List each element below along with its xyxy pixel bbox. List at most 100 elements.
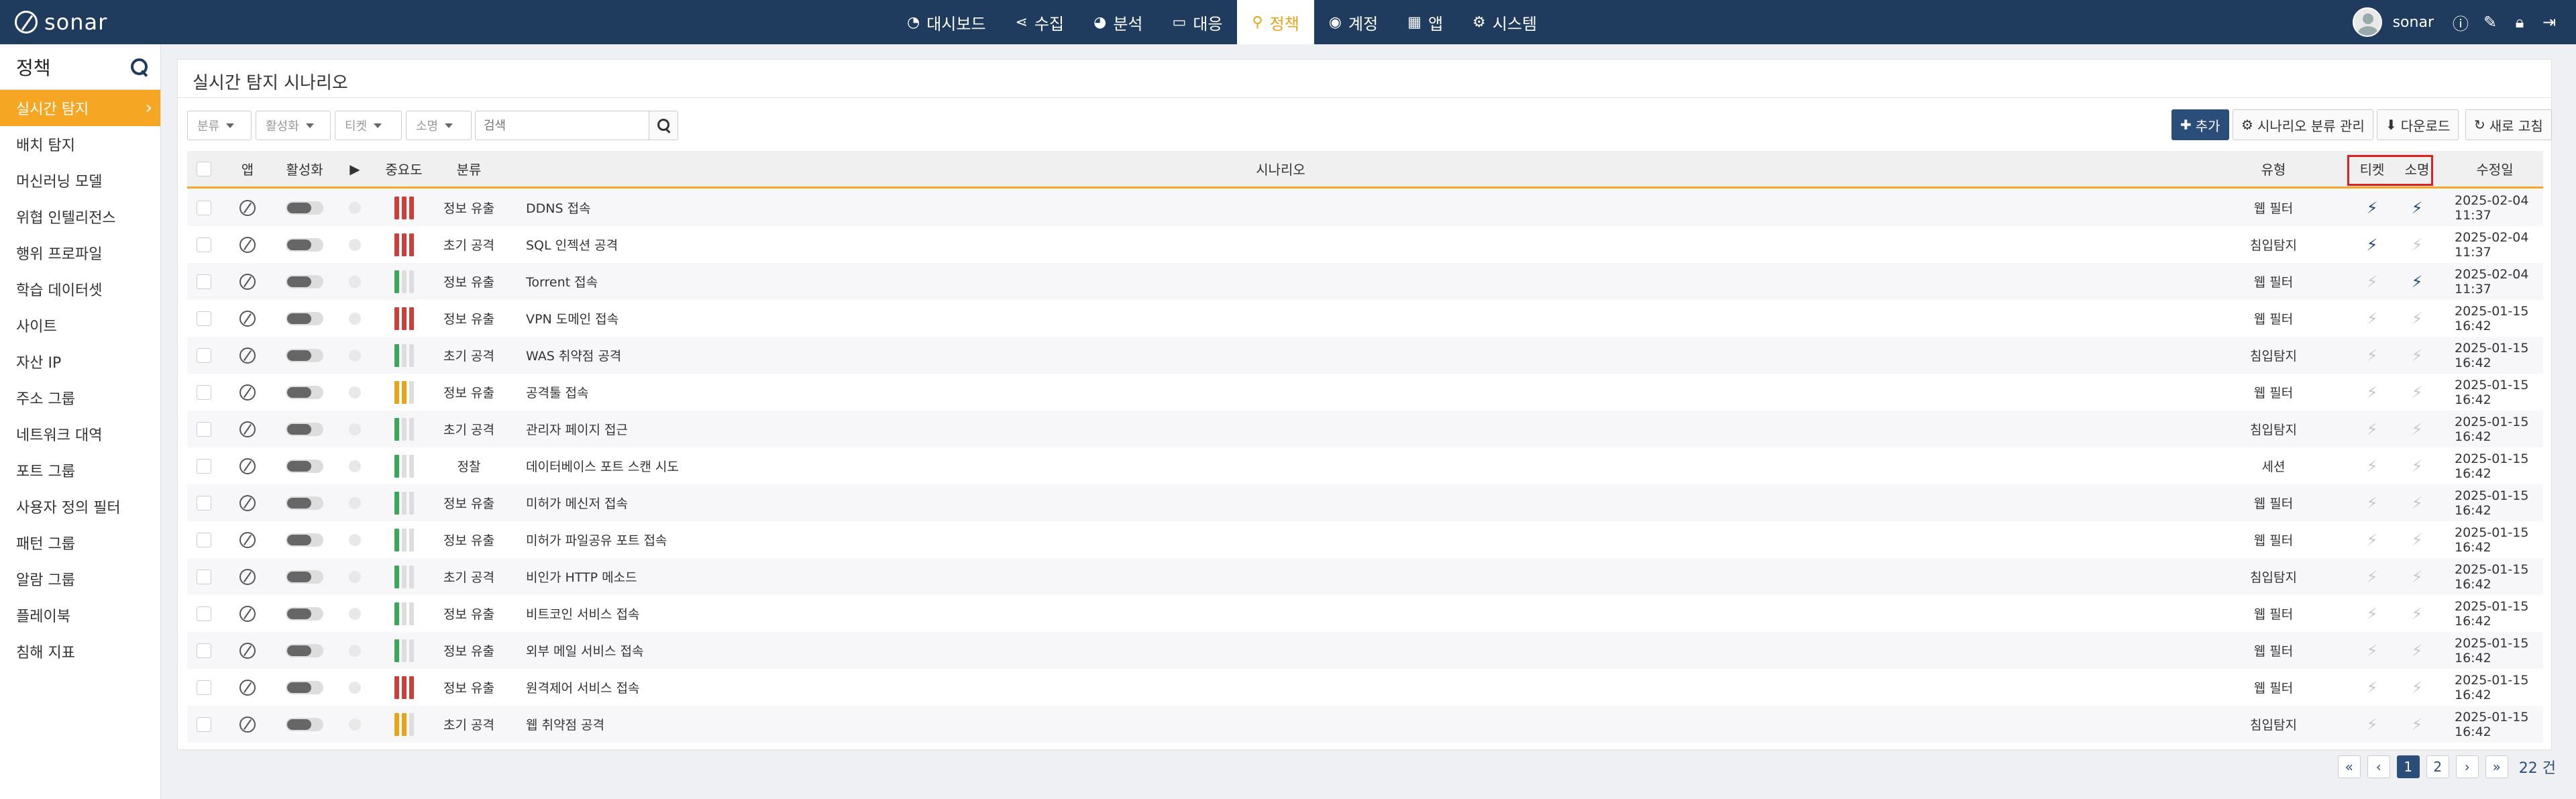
row-ticket[interactable]: ⚡︎ bbox=[2351, 558, 2393, 595]
row-enabled[interactable] bbox=[274, 189, 335, 226]
bolt-off-icon[interactable]: ⚡︎ bbox=[2412, 641, 2423, 660]
col-category[interactable]: 분류 bbox=[435, 151, 502, 187]
search-button[interactable] bbox=[649, 111, 678, 140]
bolt-off-icon[interactable]: ⚡︎ bbox=[2367, 457, 2378, 476]
row-enabled[interactable] bbox=[274, 558, 335, 595]
checkbox[interactable] bbox=[197, 421, 211, 437]
bolt-icon[interactable]: ⚡︎ bbox=[2367, 235, 2378, 254]
row-explain[interactable]: ⚡︎ bbox=[2393, 632, 2441, 669]
row-select[interactable] bbox=[194, 411, 214, 447]
col-app[interactable]: 앱 bbox=[227, 151, 268, 187]
nav-item-0[interactable]: ◔ 대시보드 bbox=[892, 0, 1001, 44]
filter-enabled[interactable]: 활성화 bbox=[256, 111, 331, 140]
bolt-off-icon[interactable]: ⚡︎ bbox=[2367, 346, 2378, 365]
col-severity[interactable]: 중요도 bbox=[374, 151, 434, 187]
row-select[interactable] bbox=[194, 632, 214, 669]
row-explain[interactable]: ⚡︎ bbox=[2393, 669, 2441, 706]
row-explain[interactable]: ⚡︎ bbox=[2393, 189, 2441, 226]
bolt-off-icon[interactable]: ⚡︎ bbox=[2367, 568, 2378, 586]
bolt-off-icon[interactable]: ⚡︎ bbox=[2412, 420, 2423, 439]
add-button[interactable]: ✚ 추가 bbox=[2171, 109, 2229, 140]
nav-item-3[interactable]: ▭ 대응 bbox=[1158, 0, 1238, 44]
row-ticket[interactable]: ⚡︎ bbox=[2351, 632, 2393, 669]
row-enabled[interactable] bbox=[274, 411, 335, 447]
row-enabled[interactable] bbox=[274, 484, 335, 521]
row-explain[interactable]: ⚡︎ bbox=[2393, 706, 2441, 743]
last-page-button[interactable]: » bbox=[2485, 755, 2508, 778]
sidebar-item-4[interactable]: 행위 프로파일 bbox=[0, 235, 160, 271]
table-row[interactable]: 정보 유출 미허가 메신저 접속 웹 필터 ⚡︎ ⚡︎ 2025-01-15 16:42 bbox=[187, 484, 2543, 521]
bolt-off-icon[interactable]: ⚡︎ bbox=[2412, 457, 2423, 476]
select-all-checkbox[interactable] bbox=[194, 151, 214, 187]
row-run[interactable] bbox=[335, 632, 375, 669]
table-row[interactable]: 초기 공격 관리자 페이지 접근 침입탐지 ⚡︎ ⚡︎ 2025-01-15 16:42 bbox=[187, 411, 2543, 447]
bolt-icon[interactable]: ⚡︎ bbox=[2367, 199, 2378, 217]
sidebar-item-6[interactable]: 사이트 bbox=[0, 307, 160, 343]
table-row[interactable]: 초기 공격 비인가 HTTP 메소드 침입탐지 ⚡︎ ⚡︎ 2025-01-15 16:4… bbox=[187, 558, 2543, 595]
row-select[interactable] bbox=[194, 226, 214, 263]
sidebar-item-7[interactable]: 자산 IP bbox=[0, 343, 160, 380]
brand[interactable]: sonar bbox=[15, 8, 107, 36]
search-input[interactable] bbox=[475, 111, 649, 140]
row-ticket[interactable]: ⚡︎ bbox=[2351, 411, 2393, 447]
checkbox[interactable] bbox=[197, 532, 211, 547]
row-enabled[interactable] bbox=[274, 706, 335, 743]
row-explain[interactable]: ⚡︎ bbox=[2393, 447, 2441, 484]
sidebar-item-0[interactable]: 실시간 탐지 bbox=[0, 90, 160, 126]
row-run[interactable] bbox=[335, 411, 375, 447]
table-row[interactable]: 정보 유출 DDNS 접속 웹 필터 ⚡︎ ⚡︎ 2025-02-04 11:37 bbox=[187, 189, 2543, 226]
row-enabled[interactable] bbox=[274, 300, 335, 337]
row-ticket[interactable]: ⚡︎ bbox=[2351, 521, 2393, 558]
bolt-off-icon[interactable]: ⚡︎ bbox=[2412, 494, 2423, 513]
sidebar-item-1[interactable]: 배치 탐지 bbox=[0, 126, 160, 162]
bolt-off-icon[interactable]: ⚡︎ bbox=[2367, 604, 2378, 623]
row-run[interactable] bbox=[335, 300, 375, 337]
row-scenario[interactable]: WAS 취약점 공격 bbox=[526, 337, 2002, 374]
nav-item-5[interactable]: ◉ 계정 bbox=[1314, 0, 1393, 44]
bolt-off-icon[interactable]: ⚡︎ bbox=[2367, 641, 2378, 660]
nav-item-1[interactable]: ⋖ 수집 bbox=[1001, 0, 1079, 44]
row-explain[interactable]: ⚡︎ bbox=[2393, 595, 2441, 632]
bolt-off-icon[interactable]: ⚡︎ bbox=[2412, 568, 2423, 586]
sidebar-item-9[interactable]: 네트워크 대역 bbox=[0, 416, 160, 452]
row-explain[interactable]: ⚡︎ bbox=[2393, 484, 2441, 521]
checkbox[interactable] bbox=[197, 495, 211, 511]
row-explain[interactable]: ⚡︎ bbox=[2393, 263, 2441, 300]
row-run[interactable] bbox=[335, 189, 375, 226]
row-select[interactable] bbox=[194, 300, 214, 337]
row-scenario[interactable]: SQL 인젝션 공격 bbox=[526, 226, 2002, 263]
filter-category[interactable]: 분류 bbox=[187, 111, 252, 140]
row-run[interactable] bbox=[335, 263, 375, 300]
row-select[interactable] bbox=[194, 447, 214, 484]
checkbox[interactable] bbox=[197, 237, 211, 252]
row-ticket[interactable]: ⚡︎ bbox=[2351, 447, 2393, 484]
sidebar-item-13[interactable]: 알람 그룹 bbox=[0, 561, 160, 597]
sidebar-item-14[interactable]: 플레이북 bbox=[0, 597, 160, 633]
row-explain[interactable]: ⚡︎ bbox=[2393, 521, 2441, 558]
enabled-toggle[interactable] bbox=[286, 606, 323, 621]
row-ticket[interactable]: ⚡︎ bbox=[2351, 300, 2393, 337]
row-explain[interactable]: ⚡︎ bbox=[2393, 411, 2441, 447]
enabled-toggle[interactable] bbox=[286, 422, 323, 436]
enabled-toggle[interactable] bbox=[286, 717, 323, 731]
enabled-toggle[interactable] bbox=[286, 237, 323, 252]
checkbox[interactable] bbox=[197, 680, 211, 695]
row-select[interactable] bbox=[194, 263, 214, 300]
row-run[interactable] bbox=[335, 484, 375, 521]
first-page-button[interactable]: « bbox=[2337, 755, 2361, 778]
table-row[interactable]: 정보 유출 Torrent 접속 웹 필터 ⚡︎ ⚡︎ 2025-02-04 11:37 bbox=[187, 263, 2543, 300]
row-explain[interactable]: ⚡︎ bbox=[2393, 558, 2441, 595]
row-scenario[interactable]: 외부 메일 서비스 접속 bbox=[526, 632, 2002, 669]
row-enabled[interactable] bbox=[274, 595, 335, 632]
bolt-icon[interactable]: ⚡︎ bbox=[2412, 199, 2423, 217]
bolt-off-icon[interactable]: ⚡︎ bbox=[2367, 309, 2378, 328]
nav-item-2[interactable]: ◕ 분석 bbox=[1079, 0, 1157, 44]
row-select[interactable] bbox=[194, 189, 214, 226]
row-select[interactable] bbox=[194, 595, 214, 632]
sidebar-item-8[interactable]: 주소 그룹 bbox=[0, 380, 160, 416]
bolt-off-icon[interactable]: ⚡︎ bbox=[2412, 531, 2423, 549]
col-run[interactable]: ▶ bbox=[335, 151, 375, 187]
bolt-off-icon[interactable]: ⚡︎ bbox=[2412, 604, 2423, 623]
row-scenario[interactable]: 미허가 파일공유 포트 접속 bbox=[526, 521, 2002, 558]
page-2-button[interactable]: 2 bbox=[2426, 755, 2449, 778]
